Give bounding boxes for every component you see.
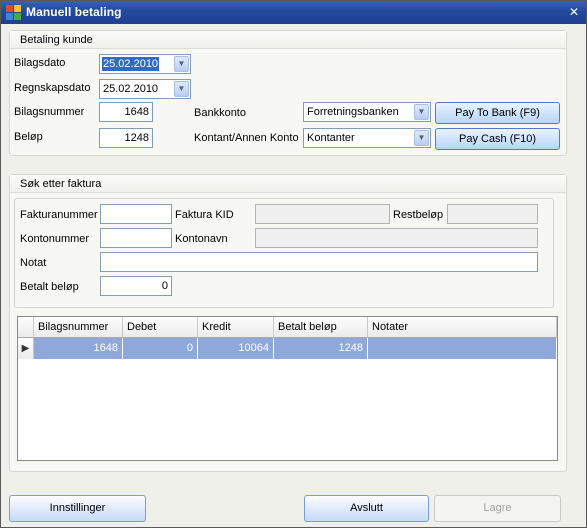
cell-debet[interactable]: 0 bbox=[123, 338, 198, 359]
restbelop-label: Restbeløp bbox=[393, 209, 444, 221]
cell-betalt-belop[interactable]: 1248 bbox=[274, 338, 368, 359]
pay-cash-button[interactable]: Pay Cash (F10) bbox=[435, 128, 560, 150]
chevron-down-icon[interactable]: ▼ bbox=[174, 56, 189, 72]
kontonummer-label: Kontonummer bbox=[20, 233, 90, 245]
belop-label: Beløp bbox=[14, 131, 43, 143]
kontonavn-label: Kontonavn bbox=[175, 233, 228, 245]
col-debet[interactable]: Debet bbox=[123, 317, 198, 338]
avslutt-button[interactable]: Avslutt bbox=[304, 495, 429, 522]
kontonummer-field[interactable] bbox=[100, 228, 172, 248]
bankkonto-value: Forretningsbanken bbox=[307, 106, 399, 118]
kontonavn-field bbox=[255, 228, 538, 248]
chevron-down-icon[interactable]: ▼ bbox=[174, 81, 189, 97]
col-kredit[interactable]: Kredit bbox=[198, 317, 274, 338]
regnskapsdato-picker[interactable]: 25.02.2010 ▼ bbox=[99, 79, 191, 99]
kontant-label: Kontant/Annen Konto bbox=[194, 132, 299, 144]
betalt-belop-label: Betalt beløp bbox=[20, 281, 79, 293]
faktura-grid[interactable]: Bilagsnummer Debet Kredit Betalt beløp N… bbox=[17, 316, 558, 461]
innstillinger-button[interactable]: Innstillinger bbox=[9, 495, 146, 522]
window-title: Manuell betaling bbox=[26, 5, 122, 19]
chevron-down-icon[interactable]: ▼ bbox=[414, 104, 429, 120]
faktura-kid-label: Faktura KID bbox=[175, 209, 234, 221]
row-selector-icon[interactable]: ▶ bbox=[18, 338, 34, 359]
chevron-down-icon[interactable]: ▼ bbox=[414, 130, 429, 146]
fakturanummer-label: Fakturanummer bbox=[20, 209, 98, 221]
kontant-select[interactable]: Kontanter ▼ bbox=[303, 128, 431, 148]
pay-to-bank-button[interactable]: Pay To Bank (F9) bbox=[435, 102, 560, 124]
fakturanummer-field[interactable] bbox=[100, 204, 172, 224]
kontant-value: Kontanter bbox=[307, 132, 355, 144]
app-window-icon bbox=[6, 5, 21, 20]
bilagsnummer-label: Bilagsnummer bbox=[14, 106, 85, 118]
col-bilagsnummer[interactable]: Bilagsnummer bbox=[34, 317, 123, 338]
notat-label: Notat bbox=[20, 257, 47, 269]
bilagsdato-value: 25.02.2010 bbox=[102, 57, 160, 71]
cell-kredit[interactable]: 10064 bbox=[198, 338, 274, 359]
grid-corner bbox=[18, 317, 34, 338]
betalt-belop-field[interactable]: 0 bbox=[100, 276, 172, 296]
bankkonto-label: Bankkonto bbox=[194, 107, 246, 119]
bankkonto-select[interactable]: Forretningsbanken ▼ bbox=[303, 102, 431, 122]
col-notater[interactable]: Notater bbox=[368, 317, 557, 338]
sok-etter-faktura-title: Søk etter faktura bbox=[20, 178, 102, 190]
lagre-button: Lagre bbox=[434, 495, 561, 522]
regnskapsdato-label: Regnskapsdato bbox=[14, 82, 91, 94]
bilagsnummer-field[interactable]: 1648 bbox=[99, 102, 153, 122]
faktura-kid-field bbox=[255, 204, 390, 224]
title-bar: Manuell betaling ✕ bbox=[1, 1, 586, 24]
col-betalt-belop[interactable]: Betalt beløp bbox=[274, 317, 368, 338]
notat-field[interactable] bbox=[100, 252, 538, 272]
betaling-kunde-title: Betaling kunde bbox=[20, 34, 93, 46]
close-icon[interactable]: ✕ bbox=[566, 5, 582, 19]
bilagsdato-label: Bilagsdato bbox=[14, 57, 66, 69]
cell-bilagsnummer[interactable]: 1648 bbox=[34, 338, 123, 359]
regnskapsdato-value: 25.02.2010 bbox=[103, 83, 159, 95]
manuell-betaling-window: Manuell betaling ✕ Betaling kunde Bilags… bbox=[0, 0, 587, 528]
restbelop-field bbox=[447, 204, 538, 224]
cell-notater[interactable] bbox=[368, 338, 557, 359]
bilagsdato-picker[interactable]: 25.02.2010 ▼ bbox=[99, 54, 191, 74]
belop-field[interactable]: 1248 bbox=[99, 128, 153, 148]
